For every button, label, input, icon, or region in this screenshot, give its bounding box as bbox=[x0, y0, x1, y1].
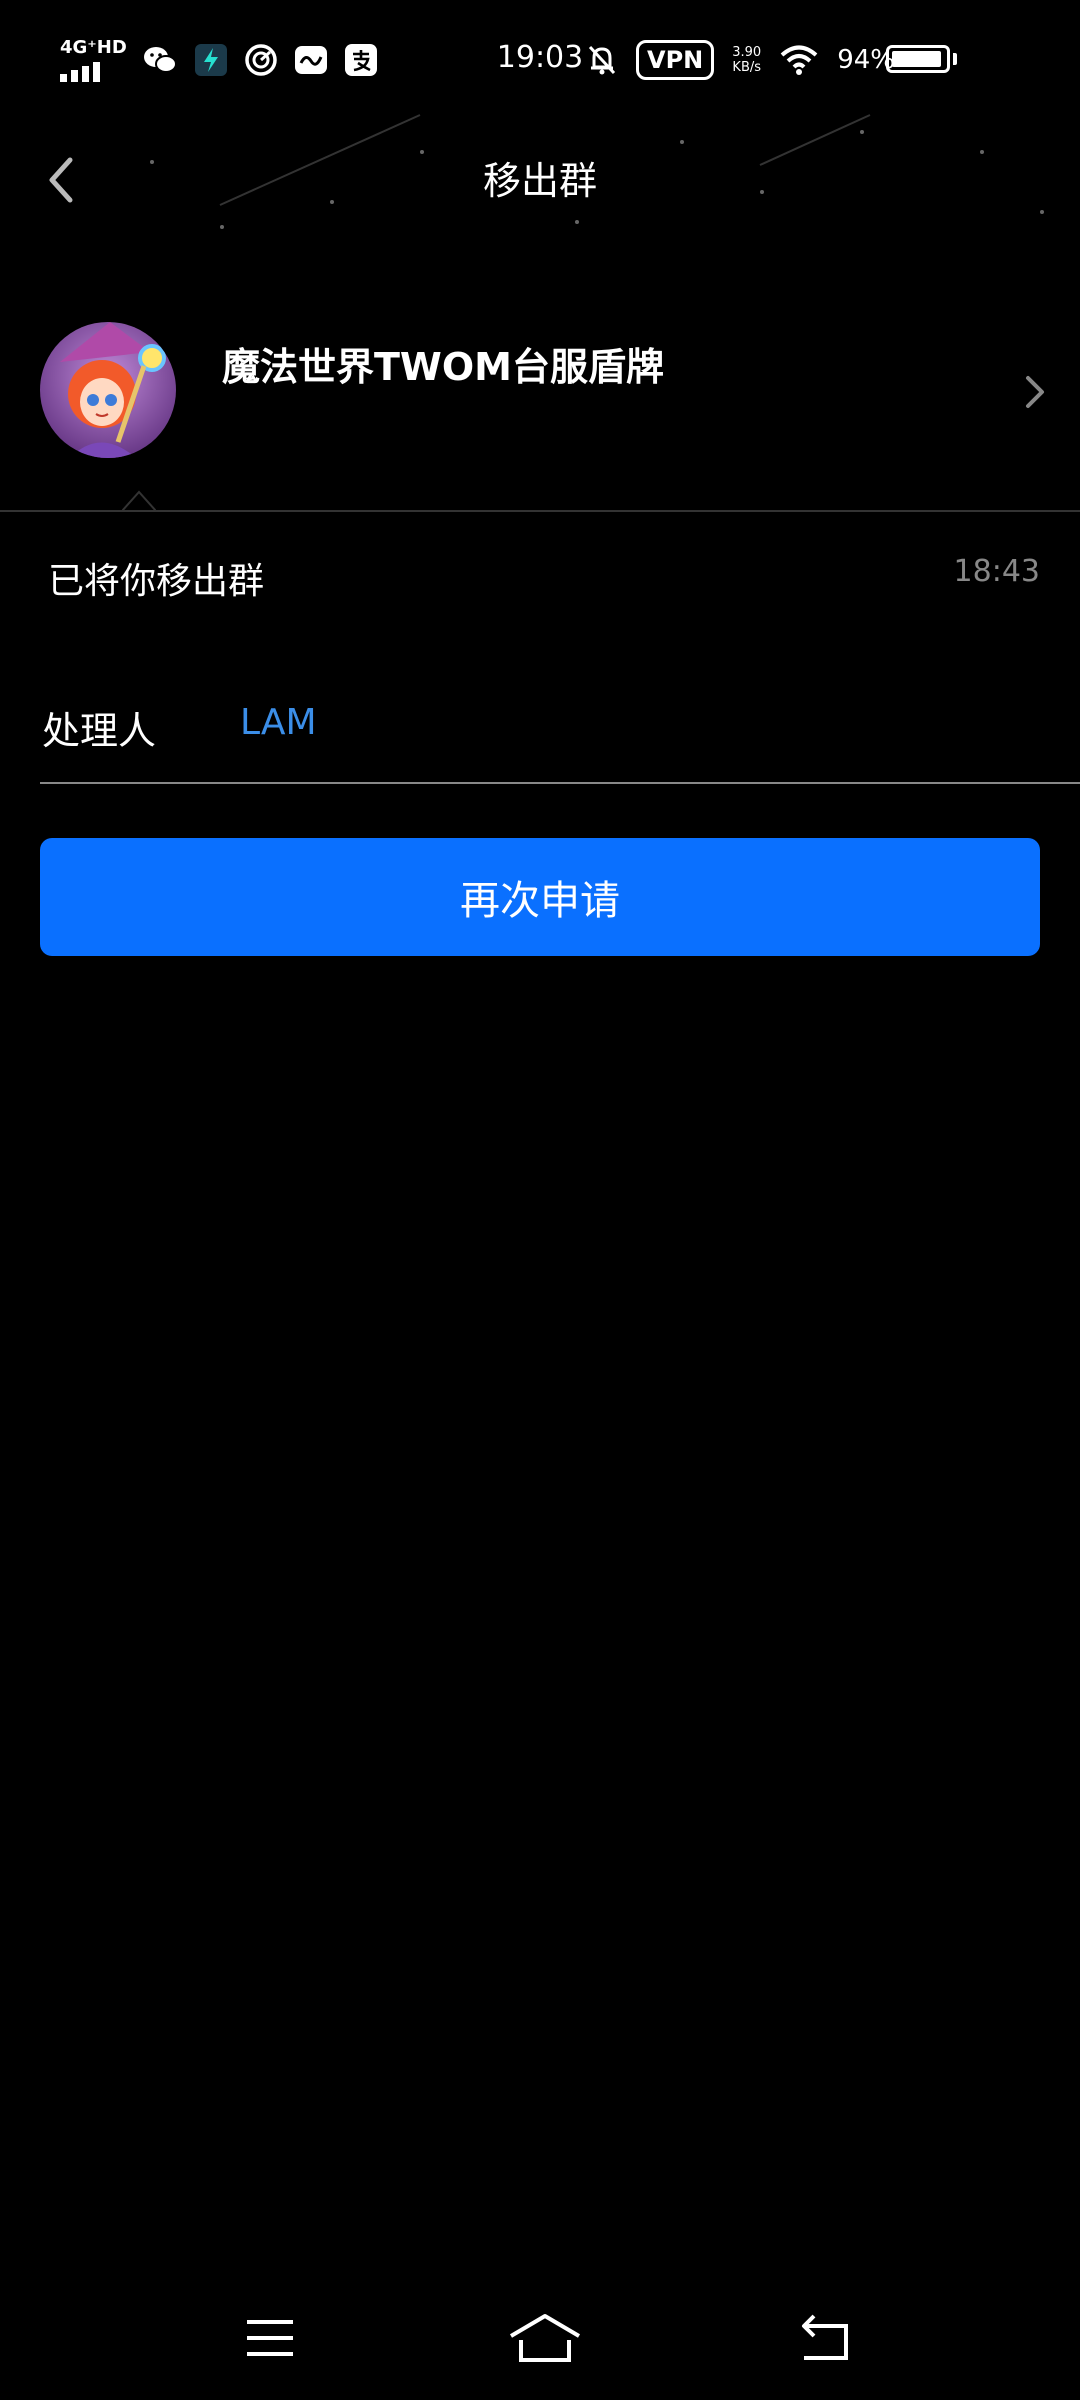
removal-message: 已将你移出群 bbox=[48, 561, 265, 602]
group-name: 魔法世界TWOM台服盾牌 bbox=[222, 345, 664, 389]
home-icon bbox=[509, 2314, 581, 2362]
home-button[interactable] bbox=[505, 2308, 585, 2368]
wifi-icon bbox=[780, 45, 818, 75]
chevron-right-icon bbox=[1020, 372, 1050, 412]
handler-name-link[interactable]: LAM bbox=[240, 702, 317, 743]
speed-unit: KB/s bbox=[732, 60, 762, 75]
section-divider bbox=[0, 510, 1080, 512]
status-right: VPN 3.90 KB/s 94% bbox=[586, 40, 895, 80]
message-time: 18:43 bbox=[953, 554, 1040, 589]
speed-value: 3.90 bbox=[732, 45, 762, 60]
vpn-badge: VPN bbox=[636, 40, 715, 80]
group-avatar bbox=[40, 322, 176, 458]
back-nav-button[interactable] bbox=[790, 2308, 860, 2368]
system-navigation-bar bbox=[0, 2290, 1080, 2380]
menu-button[interactable] bbox=[235, 2308, 305, 2368]
pointer-caret bbox=[122, 490, 156, 512]
screen: 4G⁺HD 19:03 VPN 3.90 KB/s 94% 移出群 魔法世界TW… bbox=[0, 0, 1080, 2400]
group-card[interactable]: 魔法世界TWOM台服盾牌 bbox=[0, 300, 1080, 510]
return-icon bbox=[802, 2314, 848, 2360]
reapply-button[interactable]: 再次申请 bbox=[40, 838, 1040, 956]
bell-muted-icon bbox=[588, 45, 616, 75]
page-title: 移出群 bbox=[482, 159, 597, 203]
handler-label: 处理人 bbox=[42, 709, 157, 753]
battery-icon bbox=[886, 45, 957, 73]
handler-divider bbox=[40, 782, 1080, 784]
menu-icon bbox=[247, 2320, 293, 2356]
network-speed: 3.90 KB/s bbox=[732, 45, 761, 75]
